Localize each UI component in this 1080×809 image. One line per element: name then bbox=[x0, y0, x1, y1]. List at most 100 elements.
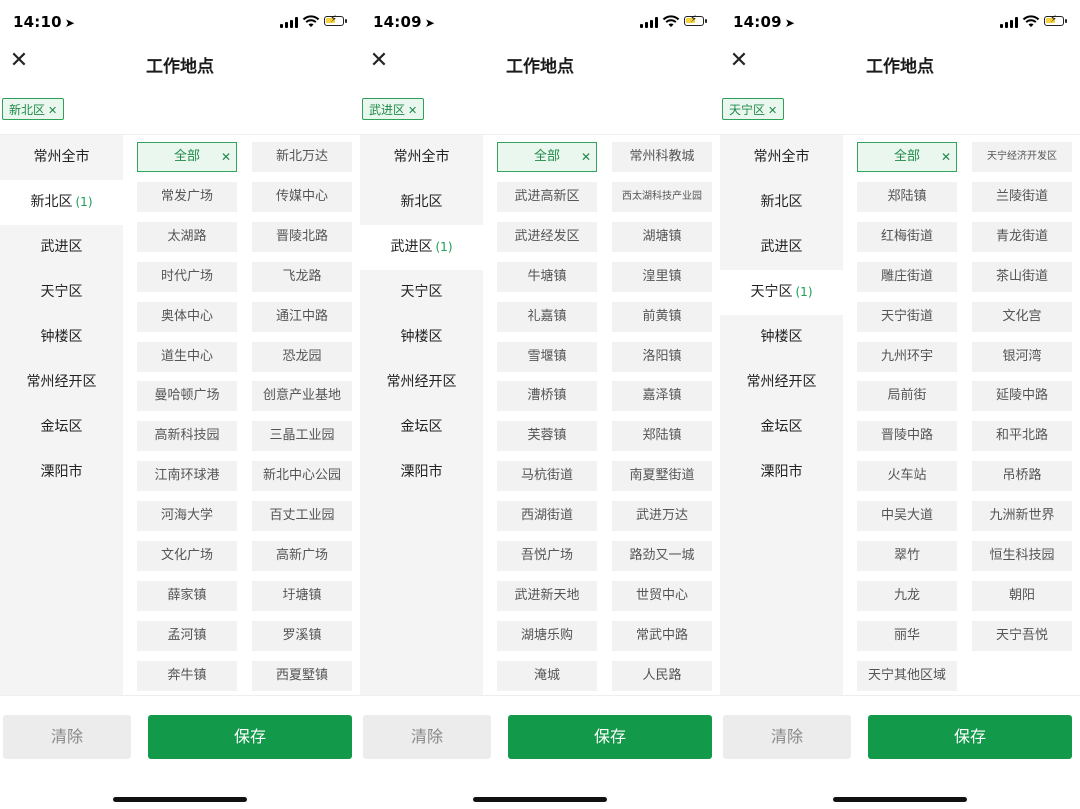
district-item[interactable]: 天宁区 bbox=[0, 270, 123, 315]
area-option[interactable]: 时代广场 bbox=[137, 261, 237, 292]
save-button[interactable]: 保存 bbox=[148, 715, 352, 759]
chip-remove-icon[interactable]: ✕ bbox=[768, 104, 777, 117]
area-option[interactable]: 通江中路 bbox=[252, 301, 352, 332]
area-option[interactable]: 雪堰镇 bbox=[497, 341, 597, 372]
area-option[interactable]: 新北中心公园 bbox=[252, 461, 352, 492]
area-option[interactable]: 武进万达 bbox=[612, 501, 712, 532]
area-option[interactable]: 三晶工业园 bbox=[252, 421, 352, 452]
area-option[interactable]: 人民路 bbox=[612, 660, 712, 691]
area-option[interactable]: 奥体中心 bbox=[137, 301, 237, 332]
area-option[interactable]: 晋陵中路 bbox=[857, 421, 957, 452]
area-option[interactable]: 文化广场 bbox=[137, 541, 237, 571]
area-option[interactable]: 嘉泽镇 bbox=[612, 381, 712, 412]
area-option[interactable]: 百丈工业园 bbox=[252, 501, 352, 532]
district-item[interactable]: 金坛区 bbox=[720, 405, 843, 450]
district-item[interactable]: 常州全市 bbox=[0, 135, 123, 180]
area-option[interactable]: 高新科技园 bbox=[137, 421, 237, 452]
area-option[interactable]: 漕桥镇 bbox=[497, 381, 597, 412]
district-item[interactable]: 常州经开区 bbox=[360, 360, 483, 405]
area-option[interactable]: 和平北路 bbox=[972, 421, 1072, 452]
district-item[interactable]: 天宁区 bbox=[360, 270, 483, 315]
area-option[interactable]: 恒生科技园 bbox=[972, 541, 1072, 571]
area-option[interactable]: 茶山街道 bbox=[972, 261, 1072, 292]
area-option[interactable]: 奔牛镇 bbox=[137, 660, 237, 691]
area-option[interactable]: 南夏墅街道 bbox=[612, 461, 712, 492]
district-item[interactable]: 新北区 bbox=[360, 180, 483, 225]
selected-chip[interactable]: 天宁区 ✕ bbox=[722, 98, 785, 120]
save-button[interactable]: 保存 bbox=[868, 715, 1072, 759]
area-option[interactable]: 翠竹 bbox=[857, 541, 957, 571]
area-option[interactable]: 郑陆镇 bbox=[857, 181, 957, 212]
area-option[interactable]: 吊桥路 bbox=[972, 461, 1072, 492]
area-option[interactable]: 郑陆镇 bbox=[612, 421, 712, 452]
district-item[interactable]: 金坛区 bbox=[360, 405, 483, 450]
district-item[interactable]: 常州经开区 bbox=[720, 360, 843, 405]
area-option[interactable]: 兰陵街道 bbox=[972, 181, 1072, 212]
area-option[interactable]: 天宁经济开发区 bbox=[972, 142, 1072, 172]
area-option[interactable]: 西湖街道 bbox=[497, 501, 597, 532]
area-option[interactable]: 高新广场 bbox=[252, 541, 352, 571]
area-option[interactable]: 牛塘镇 bbox=[497, 261, 597, 292]
area-option[interactable]: 湟里镇 bbox=[612, 261, 712, 292]
area-option-all[interactable]: 全部 ✕ bbox=[137, 142, 237, 172]
area-option[interactable]: 湖塘镇 bbox=[612, 221, 712, 252]
area-option[interactable]: 天宁街道 bbox=[857, 301, 957, 332]
district-item[interactable]: 钟楼区 bbox=[720, 315, 843, 360]
district-item[interactable]: 常州全市 bbox=[720, 135, 843, 180]
area-option[interactable]: 武进经发区 bbox=[497, 221, 597, 252]
area-option[interactable]: 常武中路 bbox=[612, 620, 712, 651]
clear-button[interactable]: 清除 bbox=[723, 715, 851, 759]
area-option-all[interactable]: 全部 ✕ bbox=[497, 142, 597, 172]
clear-button[interactable]: 清除 bbox=[363, 715, 491, 759]
district-item[interactable]: 新北区 bbox=[720, 180, 843, 225]
area-option[interactable]: 湖塘乐购 bbox=[497, 620, 597, 651]
area-option[interactable]: 丽华 bbox=[857, 620, 957, 651]
area-option[interactable]: 芙蓉镇 bbox=[497, 421, 597, 452]
area-option[interactable]: 延陵中路 bbox=[972, 381, 1072, 412]
area-option[interactable]: 中吴大道 bbox=[857, 501, 957, 532]
district-item[interactable]: 钟楼区 bbox=[360, 315, 483, 360]
district-item[interactable]: 武进区 bbox=[0, 225, 123, 270]
area-option[interactable]: 河海大学 bbox=[137, 501, 237, 532]
area-option[interactable]: 青龙街道 bbox=[972, 221, 1072, 252]
area-option[interactable]: 吾悦广场 bbox=[497, 541, 597, 571]
area-option-all[interactable]: 全部 ✕ bbox=[857, 142, 957, 172]
area-option[interactable]: 武进新天地 bbox=[497, 580, 597, 611]
area-option[interactable]: 常发广场 bbox=[137, 181, 237, 212]
area-option[interactable]: 圩塘镇 bbox=[252, 580, 352, 611]
area-option[interactable]: 常州科教城 bbox=[612, 142, 712, 172]
area-option[interactable]: 银河湾 bbox=[972, 341, 1072, 372]
district-item[interactable]: 钟楼区 bbox=[0, 315, 123, 360]
close-icon[interactable]: ✕ bbox=[941, 143, 951, 171]
area-option[interactable]: 淹城 bbox=[497, 660, 597, 691]
area-option[interactable]: 路劲又一城 bbox=[612, 541, 712, 571]
area-option[interactable]: 道生中心 bbox=[137, 341, 237, 372]
district-item[interactable]: 常州全市 bbox=[360, 135, 483, 180]
area-option[interactable]: 世贸中心 bbox=[612, 580, 712, 611]
area-option[interactable]: 火车站 bbox=[857, 461, 957, 492]
area-option[interactable]: 九洲新世界 bbox=[972, 501, 1072, 532]
area-option[interactable]: 九龙 bbox=[857, 580, 957, 611]
area-option[interactable]: 传媒中心 bbox=[252, 181, 352, 212]
chip-remove-icon[interactable]: ✕ bbox=[48, 104, 57, 117]
area-option[interactable]: 西夏墅镇 bbox=[252, 660, 352, 691]
close-icon[interactable]: ✕ bbox=[581, 143, 591, 171]
area-option[interactable]: 曼哈顿广场 bbox=[137, 381, 237, 412]
area-option[interactable]: 西太湖科技产业园 bbox=[612, 181, 712, 212]
area-option[interactable]: 雕庄街道 bbox=[857, 261, 957, 292]
save-button[interactable]: 保存 bbox=[508, 715, 712, 759]
district-item[interactable]: 溧阳市 bbox=[360, 450, 483, 495]
district-item[interactable]: 常州经开区 bbox=[0, 360, 123, 405]
area-option[interactable]: 天宁其他区域 bbox=[857, 660, 957, 691]
selected-chip[interactable]: 新北区 ✕ bbox=[2, 98, 65, 120]
area-option[interactable]: 薛家镇 bbox=[137, 580, 237, 611]
area-option[interactable]: 晋陵北路 bbox=[252, 221, 352, 252]
area-option[interactable]: 前黄镇 bbox=[612, 301, 712, 332]
area-option[interactable]: 江南环球港 bbox=[137, 461, 237, 492]
district-item[interactable]: 溧阳市 bbox=[720, 450, 843, 495]
district-item[interactable]: 金坛区 bbox=[0, 405, 123, 450]
close-icon[interactable]: ✕ bbox=[221, 143, 231, 171]
area-option[interactable]: 飞龙路 bbox=[252, 261, 352, 292]
district-item[interactable]: 武进区 bbox=[720, 225, 843, 270]
area-option[interactable]: 太湖路 bbox=[137, 221, 237, 252]
